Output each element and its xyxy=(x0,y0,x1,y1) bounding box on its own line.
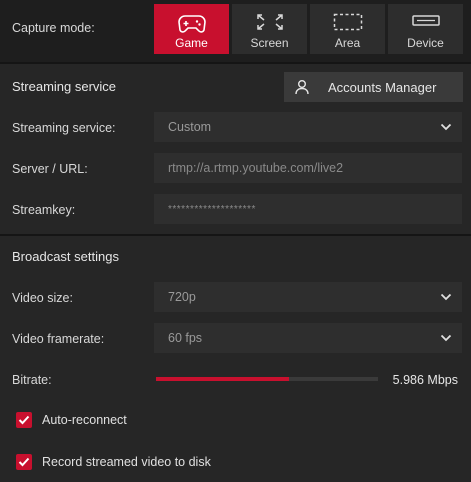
server-url-label: Server / URL: xyxy=(12,162,88,176)
broadcast-settings-section xyxy=(0,236,471,482)
bitrate-slider-fill xyxy=(156,377,290,381)
chevron-down-icon xyxy=(440,293,452,301)
accounts-manager-button[interactable]: Accounts Manager xyxy=(284,72,463,102)
auto-reconnect-label[interactable]: Auto-reconnect xyxy=(42,413,127,427)
streamkey-field[interactable]: ******************** xyxy=(154,194,462,224)
streaming-section-title: Streaming service xyxy=(12,79,117,94)
video-framerate-label: Video framerate: xyxy=(12,332,105,346)
capture-mode-panel: Capture mode: Game Screen Area Device xyxy=(0,0,471,62)
capture-mode-device-label: Device xyxy=(407,36,444,50)
area-icon xyxy=(333,13,362,31)
server-url-input[interactable] xyxy=(168,161,448,175)
gamepad-icon xyxy=(177,15,206,33)
chevron-down-icon xyxy=(440,334,452,342)
streamkey-value: ******************** xyxy=(168,203,256,215)
streaming-service-label: Streaming service: xyxy=(12,121,116,135)
bitrate-value: 5.986 Mbps xyxy=(392,373,458,387)
capture-mode-game-label: Game xyxy=(175,36,208,50)
video-framerate-value: 60 fps xyxy=(168,331,203,345)
device-icon xyxy=(411,15,440,26)
streamkey-label: Streamkey: xyxy=(12,203,76,217)
video-size-select[interactable]: 720p xyxy=(154,282,462,312)
broadcast-section-title: Broadcast settings xyxy=(12,249,119,264)
video-size-label: Video size: xyxy=(12,291,73,305)
video-size-value: 720p xyxy=(168,290,196,304)
accounts-manager-label: Accounts Manager xyxy=(328,79,437,95)
auto-reconnect-checkbox[interactable] xyxy=(16,412,32,428)
capture-mode-screen-button[interactable]: Screen xyxy=(232,4,307,54)
user-icon xyxy=(295,80,309,95)
video-framerate-select[interactable]: 60 fps xyxy=(154,323,462,353)
streaming-service-value: Custom xyxy=(168,120,212,134)
capture-mode-label: Capture mode: xyxy=(12,21,95,35)
capture-mode-screen-label: Screen xyxy=(250,36,289,50)
checkmark-icon xyxy=(18,415,30,425)
streaming-service-select[interactable]: Custom xyxy=(154,112,462,142)
bitrate-label: Bitrate: xyxy=(12,373,52,387)
checkmark-icon xyxy=(18,457,30,467)
chevron-down-icon xyxy=(440,123,452,131)
record-to-disk-checkbox[interactable] xyxy=(16,454,32,470)
capture-mode-area-label: Area xyxy=(334,36,361,50)
bitrate-slider[interactable] xyxy=(156,377,378,381)
fullscreen-icon xyxy=(256,14,283,30)
record-to-disk-label[interactable]: Record streamed video to disk xyxy=(42,455,211,469)
capture-mode-game-button[interactable]: Game xyxy=(154,4,229,54)
capture-mode-area-button[interactable]: Area xyxy=(310,4,385,54)
capture-mode-device-button[interactable]: Device xyxy=(388,4,463,54)
server-url-field[interactable] xyxy=(154,153,462,183)
